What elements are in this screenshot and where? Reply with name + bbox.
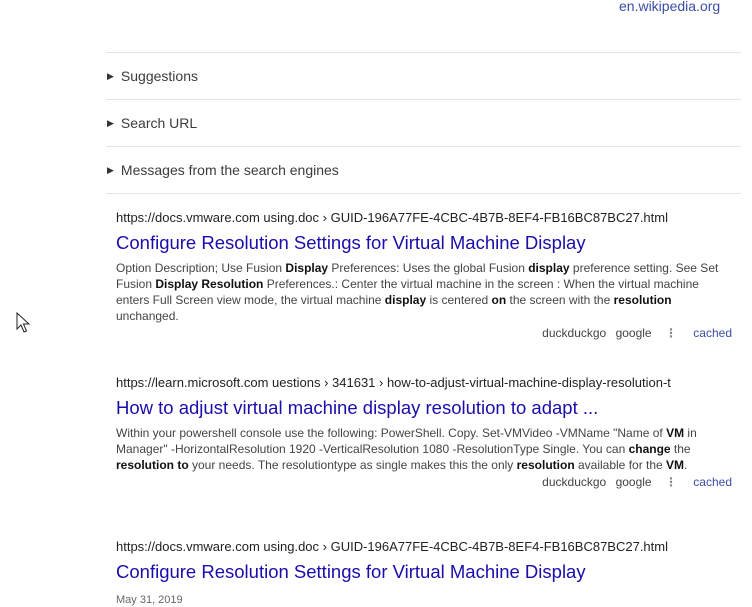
snippet-text: your needs. The resolutiontype as single… (188, 458, 517, 472)
result-url: https://learn.microsoft.com uestions › 3… (116, 375, 671, 390)
duckduckgo-link[interactable]: duckduckgo (542, 475, 606, 489)
section-engine-messages[interactable]: ▶ Messages from the search engines (106, 146, 741, 194)
result-date: May 31, 2019 (116, 594, 183, 606)
snippet-highlight: resolution (516, 458, 575, 472)
section-label: Messages from the search engines (120, 162, 339, 178)
snippet-highlight: change (628, 442, 671, 456)
duckduckgo-link[interactable]: duckduckgo (542, 326, 606, 340)
snippet-highlight: VM (666, 458, 685, 472)
snippet-text: . (684, 458, 688, 472)
more-options-icon[interactable]: ⋮ (665, 326, 677, 340)
search-result: https://docs.vmware.com using.doc › GUID… (116, 539, 740, 606)
result-snippet: Within your powershell console use the f… (116, 425, 732, 473)
snippet-highlight: display (528, 261, 570, 275)
result-url: https://docs.vmware.com using.doc › GUID… (116, 539, 668, 554)
search-result: https://learn.microsoft.com uestions › 3… (116, 375, 740, 489)
snippet-text: Within your powershell console use the f… (116, 426, 667, 440)
google-link[interactable]: google (616, 326, 652, 340)
snippet-text: Option Description; Use Fusion (116, 261, 286, 275)
mouse-pointer-icon (16, 312, 30, 333)
snippet-text: the (670, 442, 691, 456)
section-label: Suggestions (120, 68, 198, 84)
expand-triangle-icon: ▶ (107, 117, 114, 128)
cached-link[interactable]: cached (693, 326, 732, 340)
more-options-icon[interactable]: ⋮ (665, 475, 677, 489)
snippet-text: is centered (426, 293, 492, 307)
search-result: https://docs.vmware.com using.doc › GUID… (116, 210, 740, 340)
section-label: Search URL (120, 115, 198, 131)
result-actions: duckduckgo google ⋮ cached (116, 475, 740, 489)
result-title-link[interactable]: How to adjust virtual machine display re… (116, 397, 740, 419)
snippet-highlight: Display (285, 261, 329, 275)
collapsible-sections: ▶ Suggestions ▶ Search URL ▶ Messages fr… (106, 52, 741, 194)
result-url: https://docs.vmware.com using.doc › GUID… (116, 210, 668, 225)
expand-triangle-icon: ▶ (107, 70, 114, 81)
section-search-url[interactable]: ▶ Search URL (106, 99, 741, 146)
snippet-highlight: on (491, 293, 507, 307)
snippet-text: Preferences: Uses the global Fusion (328, 261, 529, 275)
result-actions: duckduckgo google ⋮ cached (116, 326, 740, 340)
google-link[interactable]: google (616, 475, 652, 489)
snippet-highlight: resolution to (116, 458, 189, 472)
result-snippet: Option Description; Use Fusion Display P… (116, 260, 732, 324)
snippet-highlight: Display Resolution (155, 277, 264, 291)
snippet-highlight: resolution (613, 293, 672, 307)
snippet-text: unchanged. (116, 309, 179, 323)
snippet-text: available for the (574, 458, 667, 472)
snippet-text: the screen with the (506, 293, 614, 307)
result-title-link[interactable]: Configure Resolution Settings for Virtua… (116, 561, 740, 583)
snippet-highlight: display (384, 293, 427, 307)
snippet-highlight: VM (666, 426, 685, 440)
cached-link[interactable]: cached (693, 475, 732, 489)
source-domain-link[interactable]: en.wikipedia.org (619, 0, 720, 14)
section-suggestions[interactable]: ▶ Suggestions (106, 52, 741, 99)
result-title-link[interactable]: Configure Resolution Settings for Virtua… (116, 232, 740, 254)
expand-triangle-icon: ▶ (107, 164, 114, 175)
